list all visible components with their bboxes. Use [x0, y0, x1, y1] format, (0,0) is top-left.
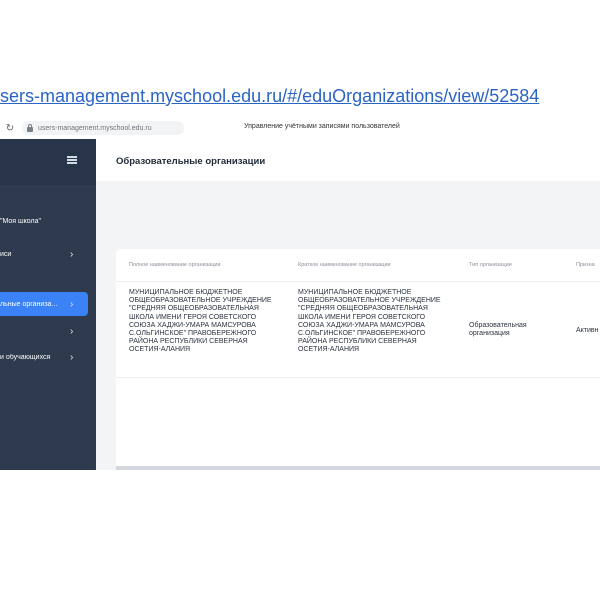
- sidebar-item-label: иси: [0, 250, 12, 258]
- tab-title: Управление учётными записями пользовател…: [244, 123, 400, 130]
- horizontal-scrollbar[interactable]: [116, 466, 600, 470]
- column-header-org-type[interactable]: Тип организации: [469, 262, 512, 268]
- header-divider: [116, 281, 600, 282]
- chevron-right-icon: ›: [70, 298, 74, 310]
- reload-icon[interactable]: ↻: [4, 123, 16, 134]
- cell-full-name: МУНИЦИПАЛЬНОЕ БЮДЖЕТНОЕ ОБЩЕОБРАЗОВАТЕЛЬ…: [129, 289, 272, 354]
- sidebar-item-label: и обучающихся: [0, 353, 51, 361]
- cell-short-name: МУНИЦИПАЛЬНОЕ БЮДЖЕТНОЕ ОБЩЕОБРАЗОВАТЕЛЬ…: [298, 289, 441, 354]
- chevron-right-icon: ›: [70, 325, 74, 337]
- sidebar-item-unnamed[interactable]: ›: [0, 322, 96, 340]
- row-divider: [116, 377, 600, 378]
- sidebar-item-students[interactable]: и обучающихся ›: [0, 348, 96, 366]
- sidebar-item-edu-organizations[interactable]: льные организа... ›: [0, 292, 88, 316]
- page-title: Образовательные организации: [116, 156, 266, 167]
- sidebar: "Моя школа" иси › льные организа... › › …: [0, 139, 96, 470]
- cell-status: Активн: [576, 327, 599, 334]
- lock-icon: [27, 123, 33, 132]
- browser-toolbar: ↻ users-management.myschool.edu.ru Управ…: [0, 117, 600, 140]
- sidebar-item-label: льные организа...: [0, 300, 58, 308]
- cell-org-type: Образовательная организация: [469, 322, 527, 338]
- address-text: users-management.myschool.edu.ru: [38, 124, 152, 132]
- page-url-link[interactable]: sers-management.myschool.edu.ru/#/eduOrg…: [0, 86, 600, 107]
- main-content: Образовательные организации Полное наиме…: [96, 139, 600, 470]
- address-bar[interactable]: users-management.myschool.edu.ru: [22, 121, 184, 135]
- chevron-right-icon: ›: [70, 248, 74, 260]
- sidebar-item-accounts[interactable]: иси ›: [0, 245, 96, 263]
- column-header-status[interactable]: Призна: [576, 262, 595, 268]
- sidebar-header: [0, 139, 96, 185]
- organizations-table: Полное наименование организации Краткое …: [116, 249, 600, 470]
- page-header: Образовательные организации: [96, 139, 600, 181]
- menu-icon[interactable]: [67, 156, 77, 164]
- browser-screenshot: ↻ users-management.myschool.edu.ru Управ…: [0, 117, 600, 470]
- column-header-full-name[interactable]: Полное наименование организации: [129, 262, 221, 268]
- column-header-short-name[interactable]: Краткое наименование организации: [298, 262, 391, 268]
- sidebar-org-name: "Моя школа": [0, 217, 41, 225]
- chevron-right-icon: ›: [70, 351, 74, 363]
